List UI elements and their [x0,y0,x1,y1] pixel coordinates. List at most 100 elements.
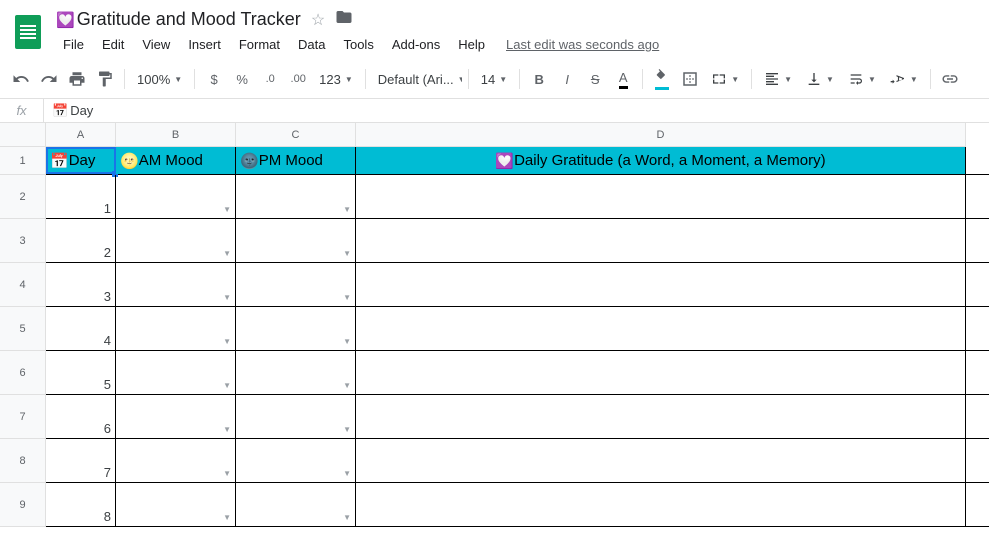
cell-D1[interactable]: 💟Daily Gratitude (a Word, a Moment, a Me… [356,147,966,174]
cell-A5[interactable]: 4 [46,307,116,350]
dropdown-arrow-icon[interactable]: ▼ [343,337,351,346]
dropdown-arrow-icon[interactable]: ▼ [223,469,231,478]
cell-D5[interactable] [356,307,966,350]
row-header-9[interactable]: 9 [0,483,45,527]
decrease-decimal-button[interactable]: .0 [257,66,283,92]
doc-title[interactable]: 💟 Gratitude and Mood Tracker [56,9,301,30]
cell-C5[interactable]: ▼ [236,307,356,350]
col-header-D[interactable]: D [356,123,966,146]
dropdown-arrow-icon[interactable]: ▼ [223,381,231,390]
cell-C2[interactable]: ▼ [236,175,356,218]
horizontal-align-button[interactable]: ▼ [758,69,798,89]
row-header-7[interactable]: 7 [0,395,45,439]
dropdown-arrow-icon[interactable]: ▼ [223,205,231,214]
cell-C3[interactable]: ▼ [236,219,356,262]
dropdown-arrow-icon[interactable]: ▼ [343,293,351,302]
dropdown-arrow-icon[interactable]: ▼ [343,469,351,478]
dropdown-arrow-icon[interactable]: ▼ [343,381,351,390]
dropdown-arrow-icon[interactable]: ▼ [223,293,231,302]
cell-C9[interactable]: ▼ [236,483,356,526]
row-header-1[interactable]: 1 [0,147,45,175]
cell-D8[interactable] [356,439,966,482]
cell-B6[interactable]: ▼ [116,351,236,394]
dropdown-arrow-icon[interactable]: ▼ [343,249,351,258]
sheets-logo[interactable] [8,12,48,52]
cell-C4[interactable]: ▼ [236,263,356,306]
fill-color-button[interactable] [649,66,675,92]
cell-B4[interactable]: ▼ [116,263,236,306]
insert-link-button[interactable] [937,66,963,92]
menu-format[interactable]: Format [232,33,287,56]
cell-D2[interactable] [356,175,966,218]
cell-D6[interactable] [356,351,966,394]
cell-A9[interactable]: 8 [46,483,116,526]
formula-input[interactable]: 📅 Day [44,103,101,119]
cell-D7[interactable] [356,395,966,438]
cell-A4[interactable]: 3 [46,263,116,306]
cell-B8[interactable]: ▼ [116,439,236,482]
cell-A2[interactable]: 1 [46,175,116,218]
paint-format-button[interactable] [92,66,118,92]
dropdown-arrow-icon[interactable]: ▼ [343,205,351,214]
cell-C7[interactable]: ▼ [236,395,356,438]
increase-decimal-button[interactable]: .00 [285,66,311,92]
cell-C6[interactable]: ▼ [236,351,356,394]
row-header-8[interactable]: 8 [0,439,45,483]
text-wrap-button[interactable]: ▼ [842,69,882,89]
zoom-select[interactable]: 100%▼ [131,70,188,89]
bold-button[interactable]: B [526,66,552,92]
dropdown-arrow-icon[interactable]: ▼ [223,513,231,522]
dropdown-arrow-icon[interactable]: ▼ [223,337,231,346]
row-header-5[interactable]: 5 [0,307,45,351]
italic-button[interactable]: I [554,66,580,92]
star-icon[interactable]: ☆ [311,10,325,30]
menu-view[interactable]: View [135,33,177,56]
cell-B2[interactable]: ▼ [116,175,236,218]
row-header-2[interactable]: 2 [0,175,45,219]
cell-B7[interactable]: ▼ [116,395,236,438]
menu-data[interactable]: Data [291,33,332,56]
cell-D9[interactable] [356,483,966,526]
cell-A1[interactable]: 📅Day [46,147,116,174]
menu-tools[interactable]: Tools [336,33,380,56]
format-currency-button[interactable]: $ [201,66,227,92]
redo-button[interactable] [36,66,62,92]
menu-help[interactable]: Help [451,33,492,56]
col-header-B[interactable]: B [116,123,236,146]
cell-B9[interactable]: ▼ [116,483,236,526]
cell-D3[interactable] [356,219,966,262]
menu-file[interactable]: File [56,33,91,56]
cell-A6[interactable]: 5 [46,351,116,394]
col-header-C[interactable]: C [236,123,356,146]
cell-A7[interactable]: 6 [46,395,116,438]
print-button[interactable] [64,66,90,92]
cell-A8[interactable]: 7 [46,439,116,482]
strikethrough-button[interactable]: S [582,66,608,92]
select-all-corner[interactable] [0,123,46,147]
text-rotation-button[interactable]: ▼ [884,69,924,89]
vertical-align-button[interactable]: ▼ [800,69,840,89]
menu-insert[interactable]: Insert [181,33,228,56]
cell-B5[interactable]: ▼ [116,307,236,350]
menu-addons[interactable]: Add-ons [385,33,447,56]
cell-A3[interactable]: 2 [46,219,116,262]
row-header-4[interactable]: 4 [0,263,45,307]
dropdown-arrow-icon[interactable]: ▼ [343,513,351,522]
borders-button[interactable] [677,66,703,92]
row-header-6[interactable]: 6 [0,351,45,395]
merge-cells-button[interactable]: ▼ [705,69,745,89]
cell-C1[interactable]: 🌚PM Mood [236,147,356,174]
folder-icon[interactable] [335,8,353,31]
undo-button[interactable] [8,66,34,92]
cell-D4[interactable] [356,263,966,306]
font-size-select[interactable]: 14▼ [475,70,513,89]
cell-C8[interactable]: ▼ [236,439,356,482]
cell-B1[interactable]: 🌝AM Mood [116,147,236,174]
text-color-button[interactable]: A [610,66,636,92]
menu-edit[interactable]: Edit [95,33,131,56]
col-header-A[interactable]: A [46,123,116,146]
cell-B3[interactable]: ▼ [116,219,236,262]
font-select[interactable]: Default (Ari...▼ [372,70,462,89]
dropdown-arrow-icon[interactable]: ▼ [223,249,231,258]
last-edit-link[interactable]: Last edit was seconds ago [506,37,659,52]
